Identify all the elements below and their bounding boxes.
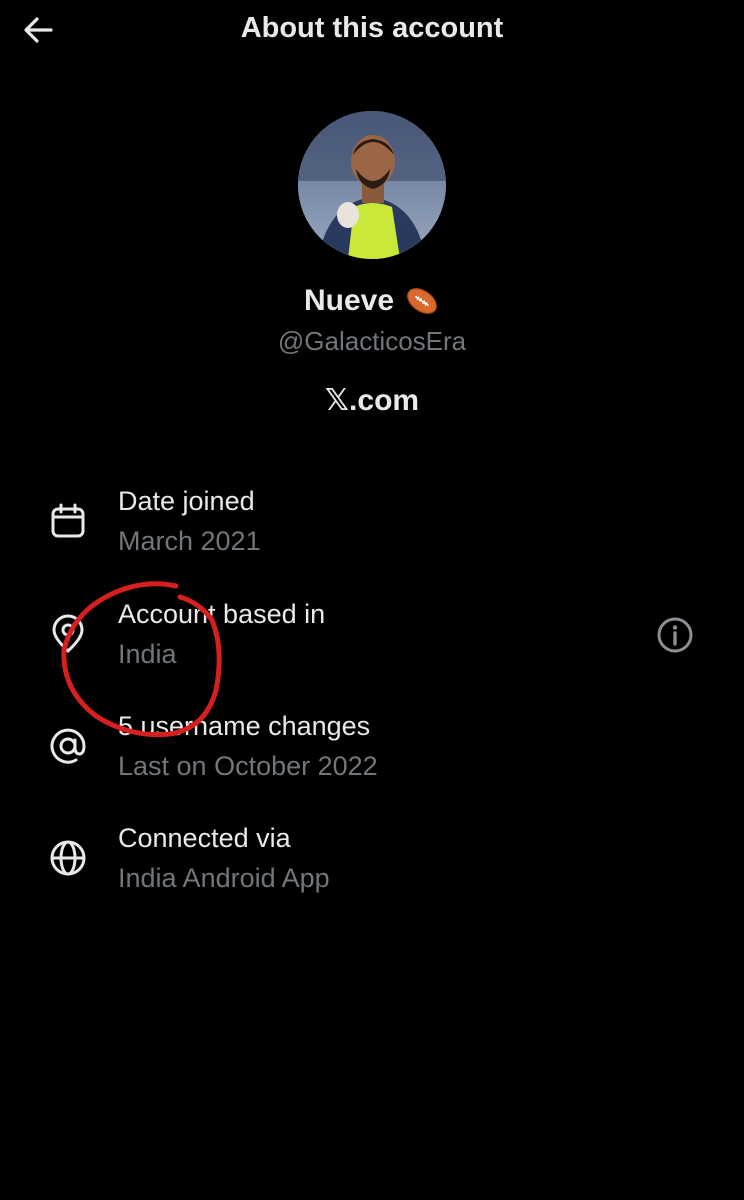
detail-value: Last on October 2022 (118, 751, 378, 781)
location-pin-icon (46, 612, 90, 656)
detail-label: Account based in (118, 599, 326, 629)
detail-label: Connected via (118, 823, 291, 853)
display-name-row: Nueve (0, 283, 744, 319)
detail-label: Date joined (118, 486, 255, 516)
detail-row-date-joined: Date joined March 2021 (0, 484, 744, 574)
display-name: Nueve (303, 284, 395, 317)
info-circle-icon (657, 617, 693, 653)
detail-row-connected-via: Connected via India Android App (0, 821, 744, 911)
avatar (298, 111, 446, 259)
page-title: About this account (240, 12, 504, 44)
account-domain: 𝕏.com (324, 384, 420, 417)
detail-label: 5 username changes (118, 711, 371, 741)
info-button[interactable] (654, 614, 696, 656)
top-bar: About this account (0, 0, 744, 62)
detail-row-account-based-in: Account based in India (0, 597, 744, 687)
account-handle: @GalacticosEra (277, 326, 467, 356)
at-sign-icon (46, 724, 90, 768)
calendar-icon (46, 499, 90, 543)
detail-value: India Android App (118, 863, 330, 893)
detail-value: March 2021 (118, 526, 261, 556)
globe-icon (46, 836, 90, 880)
detail-row-username-changes: 5 username changes Last on October 2022 (0, 709, 744, 799)
football-ball-icon (407, 288, 437, 314)
detail-value: India (118, 639, 177, 669)
